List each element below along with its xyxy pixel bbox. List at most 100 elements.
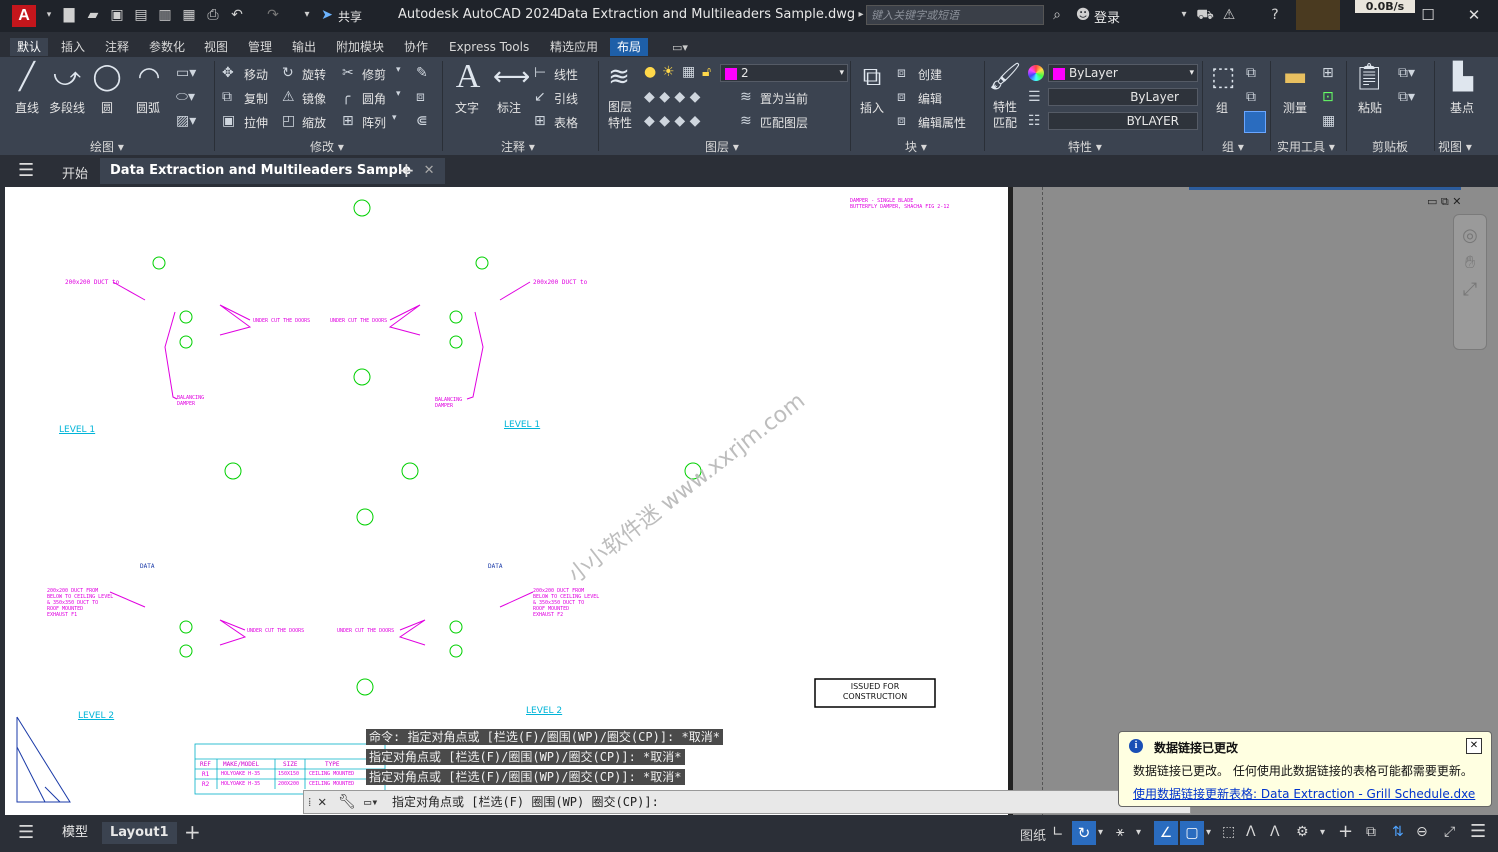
group-select-icon[interactable]: [1244, 111, 1266, 133]
calculator-icon[interactable]: ▦: [1322, 113, 1335, 129]
quick-select-icon[interactable]: ⊡: [1322, 89, 1334, 105]
measure-button-label[interactable]: 测量: [1283, 99, 1307, 116]
command-prompt-text[interactable]: 指定对角点或 [栏选(F) 圈围(WP) 圈交(CP)]:: [392, 791, 659, 813]
view-group-label[interactable]: 视图 ▾: [1438, 138, 1472, 155]
lineweight-icon[interactable]: ☰: [1028, 89, 1041, 105]
groups-group-label[interactable]: 组 ▾: [1222, 138, 1244, 155]
chevron-down-icon[interactable]: ▾: [1206, 827, 1211, 838]
object-snap-tracking-icon[interactable]: ∠: [1154, 821, 1178, 845]
drawing-canvas[interactable]: DAMPER - SINGLE BLADE BUTTERFLY DAMPER, …: [5, 187, 1008, 815]
steering-wheel-icon[interactable]: ◎: [1454, 225, 1486, 246]
save-as-icon[interactable]: ▤: [132, 6, 150, 24]
arc-button-label[interactable]: 圆弧: [136, 99, 160, 116]
table-button[interactable]: 表格: [554, 114, 578, 131]
arc-icon[interactable]: ◠: [132, 61, 166, 93]
tab-annotate[interactable]: 注释: [98, 38, 136, 56]
scale-button[interactable]: 缩放: [302, 114, 326, 131]
tab-layout1[interactable]: Layout1: [102, 822, 177, 844]
tab-insert[interactable]: 插入: [54, 38, 92, 56]
array-button[interactable]: 阵列: [362, 114, 386, 131]
trim-icon[interactable]: ✂: [342, 65, 354, 81]
chevron-down-icon[interactable]: ▾: [1136, 827, 1141, 838]
selection-cycling-icon[interactable]: ⬚: [1222, 824, 1235, 840]
clipboard-group-label[interactable]: 剪贴板: [1372, 138, 1408, 155]
rotate-button[interactable]: 旋转: [302, 66, 326, 83]
polyline-button-label[interactable]: 多段线: [49, 99, 85, 116]
maximize-icon[interactable]: ☐: [1416, 4, 1440, 26]
publish-icon[interactable]: ▥: [156, 6, 174, 24]
color-dropdown[interactable]: ByLayer ▾: [1048, 64, 1198, 82]
match-properties-icon[interactable]: 🖌︎: [988, 61, 1022, 93]
chevron-down-icon[interactable]: ▾: [396, 65, 401, 75]
insert-button-label[interactable]: 插入: [860, 99, 884, 116]
isometric-icon[interactable]: ⚹: [1116, 824, 1124, 840]
annotation-visibility-icon[interactable]: Ʌ: [1270, 824, 1280, 840]
layer-tool-icon[interactable]: ◆ ◆ ◆ ◆: [644, 89, 700, 105]
leader-button[interactable]: 引线: [554, 90, 578, 107]
tab-home[interactable]: 默认: [10, 38, 49, 56]
plot-icon[interactable]: ⎙: [204, 6, 222, 24]
hamburger-menu-icon[interactable]: ☰: [18, 822, 34, 843]
edit-attribute-icon[interactable]: ⧈: [897, 113, 906, 129]
layer-tool-icon[interactable]: ◆ ◆ ◆ ◆: [644, 113, 700, 129]
autodesk-app-icon[interactable]: ⚠: [1220, 6, 1238, 24]
linear-dim-icon[interactable]: ⊢: [534, 65, 546, 81]
circle-button-label[interactable]: 圆: [101, 99, 113, 116]
copy-icon[interactable]: ⧉: [222, 89, 232, 105]
erase-icon[interactable]: ✎: [416, 65, 428, 81]
close-icon[interactable]: ✕: [318, 791, 326, 813]
command-prompt-icon[interactable]: ▭▾: [364, 791, 378, 813]
linetype-dropdown[interactable]: BYLAYER: [1048, 112, 1198, 130]
array-icon[interactable]: ⊞: [342, 113, 354, 129]
lineweight-dropdown[interactable]: ByLayer: [1048, 88, 1198, 106]
match-layer-icon[interactable]: ≋: [740, 113, 752, 129]
create-block-icon[interactable]: ⧈: [897, 65, 906, 81]
tab-manage[interactable]: 管理: [241, 38, 279, 56]
edit-block-icon[interactable]: ⧈: [897, 89, 906, 105]
group-icon[interactable]: ⬚: [1206, 61, 1240, 93]
color-wheel-icon[interactable]: [1028, 65, 1044, 81]
group-edit-icon[interactable]: ⧉: [1246, 89, 1256, 105]
dimension-icon[interactable]: ⟷: [493, 61, 530, 93]
data-link-icon[interactable]: ⇅: [1392, 824, 1404, 840]
group-button-label[interactable]: 组: [1216, 99, 1228, 116]
modify-group-label[interactable]: 修改 ▾: [310, 138, 344, 155]
file-tab-active[interactable]: Data Extraction and Multileaders Sample …: [100, 158, 445, 184]
command-line[interactable]: ⁞ ✕ 🔧︎ ▭▾ 指定对角点或 [栏选(F) 圈围(WP) 圈交(CP)]:: [303, 790, 1191, 814]
hamburger-menu-icon[interactable]: ☰: [18, 160, 34, 181]
polar-tracking-icon[interactable]: ↻: [1072, 821, 1096, 845]
close-icon[interactable]: ✕: [1466, 738, 1482, 754]
chevron-down-icon[interactable]: ▾: [392, 113, 397, 123]
share-button[interactable]: 共享: [338, 8, 362, 25]
customize-statusbar-icon[interactable]: ☰: [1470, 821, 1486, 842]
explode-icon[interactable]: ⧈: [416, 89, 425, 105]
drag-handle-icon[interactable]: ⁞: [308, 791, 311, 813]
sun-icon[interactable]: ☀: [662, 64, 675, 80]
move-icon[interactable]: ✥: [222, 65, 234, 81]
close-icon[interactable]: ✕: [1462, 4, 1486, 26]
new-file-icon[interactable]: ▇: [60, 6, 78, 24]
lock-icon[interactable]: 🔓︎: [702, 64, 711, 80]
login-button[interactable]: 登录: [1094, 7, 1120, 26]
chevron-down-icon[interactable]: ▾: [396, 89, 401, 99]
line-button-label[interactable]: 直线: [15, 99, 39, 116]
tab-start[interactable]: 开始: [62, 163, 88, 182]
match-properties-button-label[interactable]: 特性 匹配: [993, 99, 1017, 131]
search-icon[interactable]: ⌕: [1048, 6, 1066, 24]
tab-layout[interactable]: 布局: [610, 38, 649, 56]
table-icon[interactable]: ⊞: [534, 113, 546, 129]
properties-group-label[interactable]: 特性 ▾: [1068, 138, 1102, 155]
match-layer-button[interactable]: 匹配图层: [760, 114, 808, 131]
trim-button[interactable]: 修剪: [362, 66, 386, 83]
undo-icon[interactable]: ↶: [228, 6, 246, 24]
tab-parametric[interactable]: 参数化: [142, 38, 192, 56]
polyline-icon[interactable]: ⤻: [50, 61, 84, 93]
edit-attribute-button[interactable]: 编辑属性: [918, 114, 966, 131]
workspace-icon[interactable]: ⧉: [1366, 824, 1376, 840]
insert-block-icon[interactable]: ⧉: [855, 61, 889, 93]
object-snap-icon[interactable]: ▢: [1180, 821, 1204, 845]
measure-icon[interactable]: ▬: [1278, 61, 1312, 93]
layers-group-label[interactable]: 图层 ▾: [705, 138, 739, 155]
cart-icon[interactable]: ⛟: [1196, 6, 1214, 24]
save-icon[interactable]: ▣: [108, 6, 126, 24]
